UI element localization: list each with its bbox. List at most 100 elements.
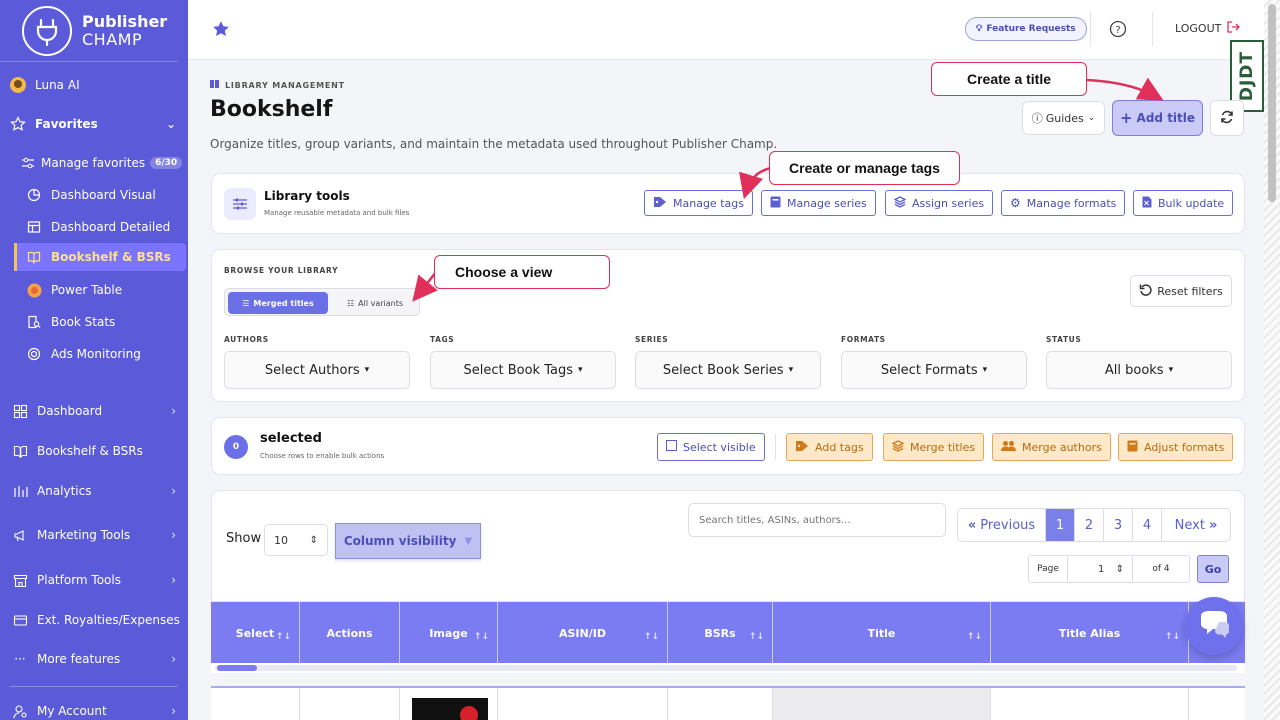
adjust-formats-button[interactable]: Adjust formats <box>1118 433 1234 461</box>
sort-arrows-icon: ⇕ <box>309 534 318 546</box>
section-eyebrow: LIBRARY MANAGEMENT <box>210 80 345 90</box>
megaphone-icon <box>12 527 28 543</box>
chevron-down-icon: ⌄ <box>165 117 176 131</box>
chat-button[interactable] <box>1185 597 1243 655</box>
add-title-button[interactable]: + Add title <box>1112 100 1203 136</box>
page-button-2[interactable]: 2 <box>1075 509 1104 541</box>
chat-bubble-icon <box>1197 610 1231 642</box>
formats-select[interactable]: Select Formats ▾ <box>841 351 1027 389</box>
selected-subtitle: Choose rows to enable bulk actions <box>260 452 385 460</box>
feature-requests-button[interactable]: 💡︎ Feature Requests <box>965 17 1087 41</box>
manage-tags-label: Manage tags <box>673 196 744 210</box>
all-variants-toggle[interactable]: ☷ All variants <box>333 292 417 314</box>
refresh-button[interactable] <box>1210 100 1244 136</box>
show-label: Show <box>226 531 262 546</box>
sidebar-user[interactable]: Luna AI <box>0 75 188 95</box>
favorites-count-badge: 6/30 <box>150 157 183 169</box>
sidebar-item-bookshelf[interactable]: Bookshelf & BSRs <box>0 440 188 462</box>
sidebar-item-ads-monitoring[interactable]: Ads Monitoring <box>0 343 188 365</box>
chevron-right-icon: › <box>171 484 176 498</box>
sidebar-item-label: My Account <box>37 704 107 718</box>
sort-icon: ↑↓ <box>643 632 659 642</box>
sidebar-item-marketing-tools[interactable]: Marketing Tools › <box>0 524 188 546</box>
sidebar-item-more-features[interactable]: ··· More features › <box>0 648 188 670</box>
column-header-asin[interactable]: ASIN/ID ↑↓ <box>498 602 668 664</box>
sidebar-item-dashboard-detailed[interactable]: Dashboard Detailed <box>0 216 188 238</box>
sidebar-item-my-account[interactable]: My Account › <box>0 700 188 720</box>
page-scrollbar[interactable] <box>1264 0 1280 720</box>
bulk-update-button[interactable]: Bulk update <box>1133 190 1234 216</box>
library-tools-subtitle: Manage reusable metadata and bulk files <box>264 209 410 217</box>
select-visible-button[interactable]: Select visible <box>657 433 765 461</box>
go-button[interactable]: Go <box>1197 555 1229 583</box>
help-icon[interactable]: ? <box>1109 20 1127 42</box>
table-horizontal-scrollbar[interactable] <box>211 663 1245 673</box>
sidebar-item-label: Ext. Royalties/Expenses <box>37 613 180 627</box>
sidebar-item-label: More features <box>37 652 121 666</box>
sidebar-item-ext-royalties[interactable]: Ext. Royalties/Expenses <box>0 609 188 631</box>
tags-select[interactable]: Select Book Tags ▾ <box>430 351 616 389</box>
callout-manage-tags: Create or manage tags <box>769 151 960 185</box>
page-button-3[interactable]: 3 <box>1104 509 1133 541</box>
authors-select[interactable]: Select Authors ▾ <box>224 351 410 389</box>
svg-text:?: ? <box>1115 25 1120 36</box>
merge-titles-button[interactable]: Merge titles <box>883 433 985 461</box>
scrollbar-thumb[interactable] <box>1268 4 1276 202</box>
manage-tags-button[interactable]: Manage tags <box>644 190 753 216</box>
help-circle-icon: ⓘ <box>1031 112 1043 125</box>
user-settings-icon <box>12 703 28 719</box>
caret-down-icon: ▾ <box>364 365 370 375</box>
table-cell <box>300 688 400 720</box>
merge-authors-button[interactable]: Merge authors <box>992 433 1111 461</box>
column-header-select[interactable]: Select ↑↓ <box>211 602 300 664</box>
column-header-title-alias[interactable]: Title Alias ↑↓ <box>991 602 1189 664</box>
filter-label-series: SERIES <box>635 335 669 344</box>
table-icon <box>26 219 42 235</box>
reset-filters-button[interactable]: Reset filters <box>1130 275 1232 307</box>
scroll-thumb[interactable] <box>217 665 257 671</box>
chevron-right-icon: › <box>171 404 176 418</box>
sidebar-item-book-stats[interactable]: Book Stats <box>0 311 188 333</box>
sidebar-favorites-toggle[interactable]: Favorites ⌄ <box>0 112 188 136</box>
sidebar-item-manage-favorites[interactable]: Manage favorites 6/30 <box>0 153 188 173</box>
status-select[interactable]: All books ▾ <box>1046 351 1232 389</box>
column-label: BSRs <box>704 626 736 640</box>
column-header-bsrs[interactable]: BSRs ↑↓ <box>668 602 773 664</box>
manage-series-button[interactable]: Manage series <box>761 190 876 216</box>
sidebar-item-label: Bookshelf & BSRs <box>51 250 171 264</box>
logout-button[interactable]: LOGOUT <box>1175 20 1241 37</box>
add-tags-button[interactable]: Add tags <box>786 433 873 461</box>
chevron-right-icon: › <box>171 704 176 718</box>
merged-titles-toggle[interactable]: ☰ Merged titles <box>228 292 328 314</box>
table-search-input[interactable] <box>688 503 946 537</box>
sidebar-item-bookshelf-favorite[interactable]: Bookshelf & BSRs <box>14 243 186 271</box>
column-header-title[interactable]: Title ↑↓ <box>773 602 991 664</box>
book-cover-image[interactable] <box>412 698 488 720</box>
page-jump-input[interactable]: 1 ⇕ <box>1067 555 1133 583</box>
page-button-4[interactable]: 4 <box>1133 509 1162 541</box>
page-button-1[interactable]: 1 <box>1046 509 1075 541</box>
column-visibility-button[interactable]: Column visibility ▼ <box>335 523 481 559</box>
column-header-image[interactable]: Image ↑↓ <box>400 602 498 664</box>
series-select[interactable]: Select Book Series ▾ <box>635 351 821 389</box>
merged-titles-label: Merged titles <box>253 298 314 308</box>
sidebar-item-dashboard[interactable]: Dashboard › <box>0 400 188 422</box>
layers-icon: ☰ <box>242 298 250 308</box>
next-page-button[interactable]: Next» <box>1162 509 1230 541</box>
sort-icon: ↑↓ <box>966 632 982 642</box>
sidebar-item-label: Marketing Tools <box>37 528 131 542</box>
next-label: Next <box>1174 517 1205 533</box>
favorite-star-icon[interactable] <box>212 20 230 42</box>
sidebar-item-analytics[interactable]: Analytics › <box>0 480 188 502</box>
brand-logo[interactable]: Publisher CHAMP <box>0 0 178 62</box>
sidebar-item-dashboard-visual[interactable]: Dashboard Visual <box>0 184 188 206</box>
scroll-track <box>215 665 1237 671</box>
guides-button[interactable]: ⓘ Guides ⌄ <box>1022 101 1105 135</box>
assign-series-button[interactable]: Assign series <box>885 190 994 216</box>
sidebar-item-power-table[interactable]: Power Table <box>0 279 188 301</box>
page-size-select[interactable]: 10 ⇕ <box>264 524 328 556</box>
manage-formats-button[interactable]: ⚙ Manage formats <box>1001 190 1126 216</box>
sidebar-item-label: Dashboard Visual <box>51 188 156 202</box>
sidebar-item-platform-tools[interactable]: Platform Tools › <box>0 569 188 591</box>
previous-page-button[interactable]: «Previous <box>958 509 1046 541</box>
